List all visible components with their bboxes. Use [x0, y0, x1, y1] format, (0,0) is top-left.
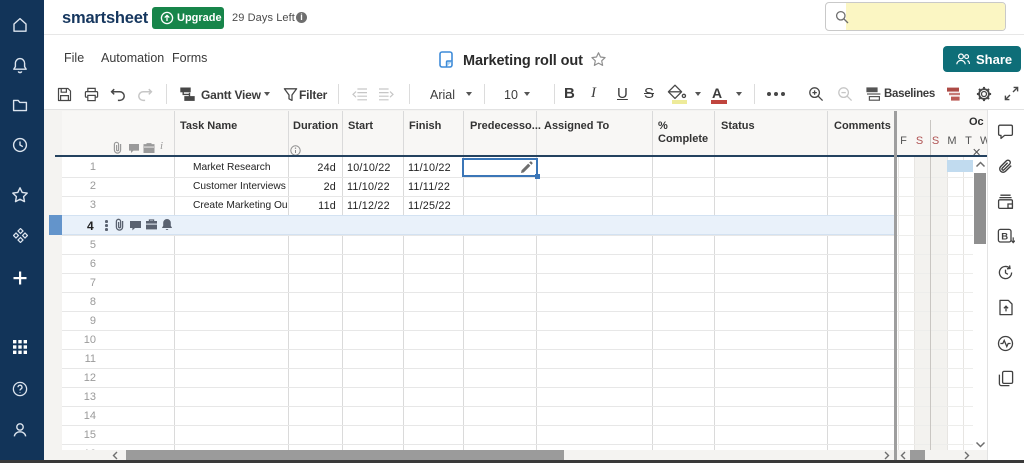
- svg-text:B: B: [1001, 231, 1008, 242]
